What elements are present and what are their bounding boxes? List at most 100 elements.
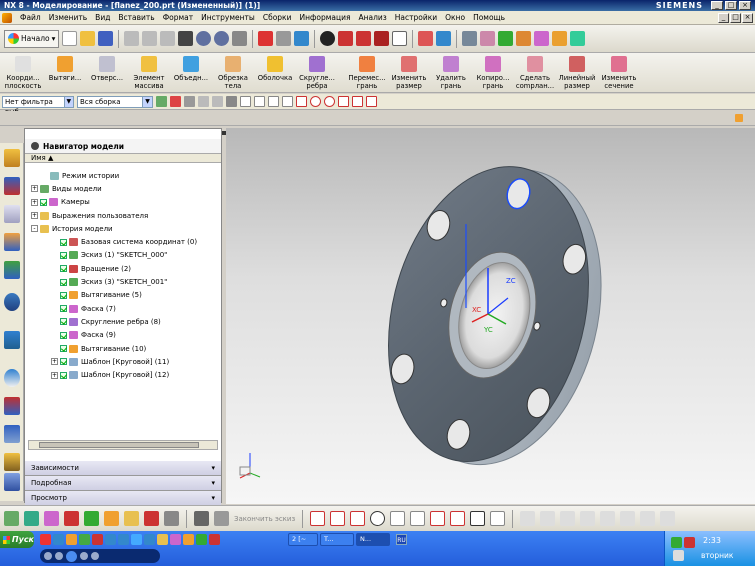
show-hide-icon[interactable] xyxy=(480,31,496,46)
media-next-icon[interactable] xyxy=(80,552,88,560)
tray-antivirus-icon[interactable] xyxy=(684,537,695,548)
start-button[interactable]: Начало ▾ xyxy=(4,29,60,48)
tree-item[interactable]: + Шаблон [Круговой] (11) xyxy=(25,355,221,368)
quadrant-icon[interactable] xyxy=(324,96,335,107)
offset-curve-icon[interactable] xyxy=(580,511,596,526)
tree-item[interactable]: Режим истории xyxy=(25,169,221,182)
visibility-checkbox[interactable] xyxy=(60,318,67,326)
menu-help[interactable]: Помощь xyxy=(469,13,509,22)
pane-1[interactable]: Подробная ▾ xyxy=(25,476,221,491)
feature-button-unite[interactable]: Объедн... xyxy=(170,53,212,82)
visibility-checkbox[interactable] xyxy=(60,345,67,352)
profile-icon[interactable] xyxy=(164,511,179,526)
app-a-icon[interactable] xyxy=(170,534,181,545)
mirror-curve-icon[interactable] xyxy=(620,511,636,526)
pin-icon[interactable] xyxy=(31,142,39,150)
manufacturing-wizards-icon[interactable] xyxy=(4,453,20,471)
media-icon[interactable] xyxy=(92,534,103,545)
background-icon[interactable] xyxy=(392,31,408,46)
shaded-icon[interactable] xyxy=(338,31,354,46)
menu-file[interactable]: Файл xyxy=(16,13,45,22)
cube-icon[interactable] xyxy=(294,31,310,46)
globe-icon[interactable] xyxy=(118,534,129,545)
visibility-checkbox[interactable] xyxy=(60,251,67,259)
feature-button-pattern[interactable]: Элемент массива xyxy=(128,53,170,90)
cut-icon[interactable] xyxy=(124,31,140,46)
pattern-curve-icon[interactable] xyxy=(600,511,616,526)
copy-icon[interactable] xyxy=(142,31,158,46)
visibility-checkbox[interactable] xyxy=(60,331,67,339)
collapse-icon[interactable]: - xyxy=(31,225,38,233)
type-filter-dropdown[interactable]: Нет фильтра выб ▼ xyxy=(2,95,74,116)
minimize-button[interactable]: _ xyxy=(711,1,723,10)
visibility-checkbox[interactable] xyxy=(60,265,67,273)
curve-rule-icon[interactable] xyxy=(170,96,181,107)
analysis-icon[interactable] xyxy=(516,31,532,46)
control-point-icon[interactable] xyxy=(282,96,293,107)
column-header-name[interactable]: Имя ▲ xyxy=(25,153,221,163)
system-materials-icon[interactable] xyxy=(4,397,20,415)
new-icon[interactable] xyxy=(62,31,78,46)
point-tool-icon[interactable] xyxy=(470,511,486,526)
make-corner-icon[interactable] xyxy=(560,511,576,526)
start-menu-button[interactable]: Пуск xyxy=(0,531,34,548)
feature-button-trim-body[interactable]: Обрезка тела xyxy=(212,53,254,90)
taskbar-item-group[interactable]: 2 [~ xyxy=(288,533,318,546)
redo-icon[interactable] xyxy=(214,31,230,46)
taskbar-item-nx[interactable]: N... xyxy=(356,533,390,546)
part-navigator-icon[interactable] xyxy=(4,205,20,223)
end-point-icon[interactable] xyxy=(254,96,265,107)
roles-icon[interactable] xyxy=(4,473,20,491)
feature-button-copy-face[interactable]: Копиро... грань xyxy=(472,53,514,90)
network-icon[interactable] xyxy=(131,534,142,545)
sketch-plane-icon[interactable] xyxy=(24,511,39,526)
snap-endpoint-icon[interactable] xyxy=(198,96,209,107)
feature-button-change-section[interactable]: Изменить сечение xyxy=(598,53,640,90)
orient-view-icon[interactable] xyxy=(418,31,434,46)
alternate-solution-icon[interactable] xyxy=(124,511,139,526)
process-studio-icon[interactable] xyxy=(4,425,20,443)
language-indicator[interactable]: RU xyxy=(396,534,407,545)
feature-button-datum-plane[interactable]: Коорди... плоскость xyxy=(2,53,44,90)
project-curve-icon[interactable] xyxy=(640,511,656,526)
tree-item[interactable]: Фаска (9) xyxy=(25,329,221,342)
feature-button-move-face[interactable]: Перемес... грань xyxy=(346,53,388,90)
tree-item[interactable]: + Камеры xyxy=(25,196,221,209)
menu-analysis[interactable]: Анализ xyxy=(354,13,390,22)
visibility-checkbox[interactable] xyxy=(60,358,67,366)
undo-icon[interactable] xyxy=(196,31,212,46)
doc-close-button[interactable]: × xyxy=(742,12,753,23)
pane-0[interactable]: Зависимости ▾ xyxy=(25,461,221,476)
measure-icon[interactable] xyxy=(498,31,514,46)
expand-icon[interactable]: + xyxy=(51,371,58,379)
rect-select-icon[interactable] xyxy=(226,96,237,107)
expand-icon[interactable]: + xyxy=(31,198,38,206)
save-icon[interactable] xyxy=(98,31,114,46)
graphics-window[interactable]: XC YC ZC xyxy=(226,128,755,504)
tree-item[interactable]: + Выражения пользователя xyxy=(25,209,221,222)
media-stop-icon[interactable] xyxy=(44,552,52,560)
assembly-navigator-icon[interactable] xyxy=(4,149,20,167)
app-d-icon[interactable] xyxy=(209,534,220,545)
tree-item[interactable]: Вращение (2) xyxy=(25,262,221,275)
menu-tools[interactable]: Инструменты xyxy=(197,13,259,22)
tray-lang-icon[interactable] xyxy=(673,550,684,561)
feature-button-shell[interactable]: Оболочка xyxy=(254,53,296,82)
view-icon[interactable] xyxy=(4,511,19,526)
expand-icon[interactable]: + xyxy=(31,185,38,193)
auto-constrain-icon[interactable] xyxy=(144,511,159,526)
quick-trim-icon[interactable] xyxy=(520,511,536,526)
rectangle-tool-icon[interactable] xyxy=(430,511,446,526)
feature-button-edge-blend[interactable]: Скругле... ребра xyxy=(296,53,338,90)
tray-app-icon[interactable] xyxy=(671,537,682,548)
move-object-icon[interactable] xyxy=(44,511,59,526)
menu-edit[interactable]: Изменить xyxy=(45,13,91,22)
point-on-face-icon[interactable] xyxy=(366,96,377,107)
menu-view[interactable]: Вид xyxy=(91,13,114,22)
constraint-icon[interactable] xyxy=(84,511,99,526)
skype-icon[interactable] xyxy=(53,534,64,545)
profile-tool-icon[interactable] xyxy=(310,511,326,526)
firefox-icon[interactable] xyxy=(66,534,77,545)
toolbar-options-icon[interactable] xyxy=(735,114,743,122)
maximize-button[interactable]: □ xyxy=(725,1,737,10)
